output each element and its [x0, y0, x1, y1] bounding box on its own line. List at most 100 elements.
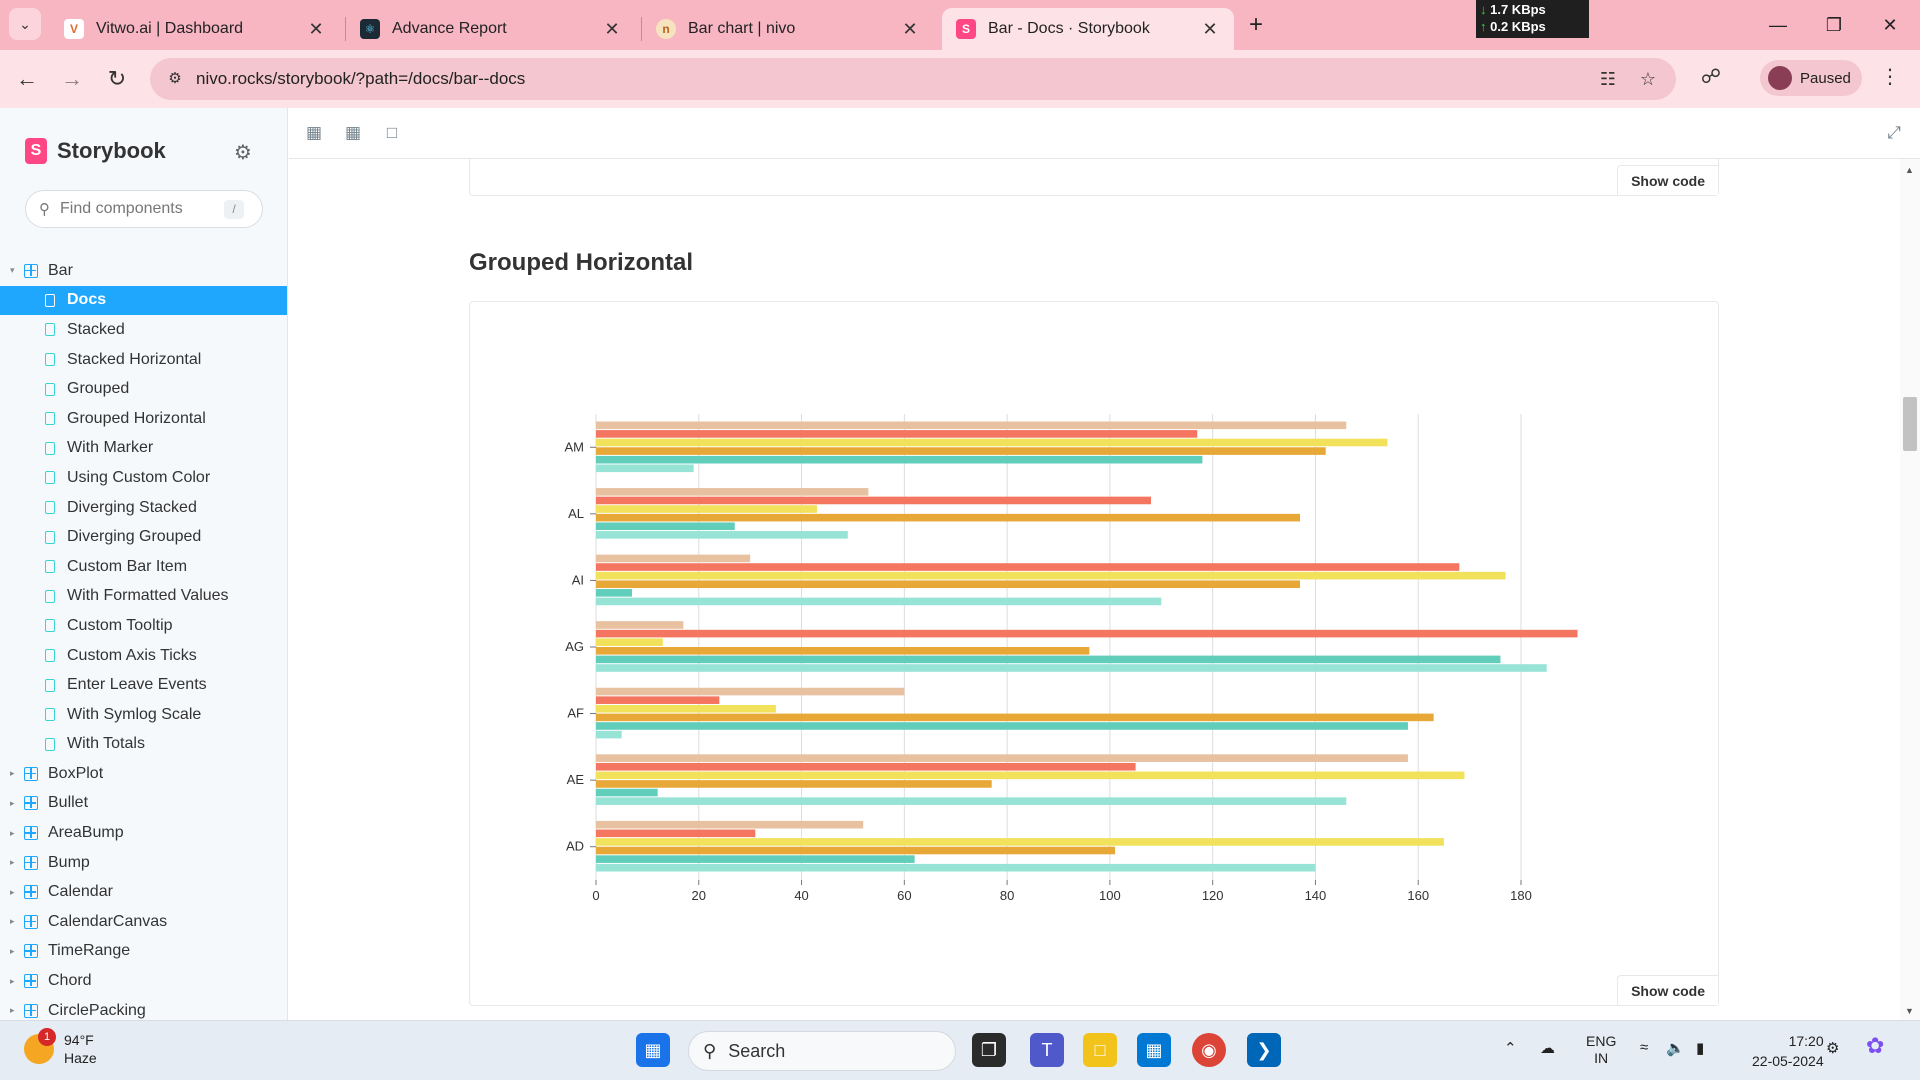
extensions-puzzle-icon[interactable]: ☍ — [1697, 64, 1725, 92]
bar[interactable] — [596, 754, 1408, 762]
fullscreen-icon[interactable]: ⤢ — [1883, 122, 1905, 144]
bar[interactable] — [596, 638, 663, 646]
bar[interactable] — [596, 571, 1506, 580]
bookmark-star-icon[interactable]: ☆ — [1636, 67, 1660, 91]
tab-nivo[interactable]: n Bar chart | nivo ✕ — [642, 8, 934, 50]
background-image-icon[interactable]: ▦ — [303, 122, 325, 144]
bar[interactable] — [596, 687, 905, 696]
docs-scrollbar[interactable]: ▲ ▼ — [1900, 159, 1920, 1020]
back-button[interactable]: ← — [10, 62, 44, 96]
sidebar-group[interactable]: ▸ Bullet — [0, 789, 287, 819]
close-tab-icon[interactable]: ✕ — [1200, 19, 1220, 40]
bar[interactable] — [596, 829, 756, 838]
bar[interactable] — [596, 722, 1408, 730]
bar[interactable] — [596, 838, 1444, 846]
system-clock[interactable]: 17:20 22-05-2024 — [1752, 1031, 1824, 1071]
grouped-horizontal-bar-chart[interactable]: 0 20 40 60 80 100 120 140 160 180 AM AL AI AG AF AE AD — [470, 302, 1720, 1007]
close-tab-icon[interactable]: ✕ — [306, 19, 326, 40]
bar[interactable] — [596, 788, 658, 797]
tab-search-dropdown-icon[interactable]: ⌄ — [9, 8, 41, 40]
sidebar-group[interactable]: ▸ Bump — [0, 848, 287, 878]
sidebar-story[interactable]: Enter Leave Events — [0, 670, 287, 700]
bar[interactable] — [596, 447, 1326, 455]
sidebar-story[interactable]: Stacked — [0, 315, 287, 345]
storybook-brand[interactable]: S Storybook — [25, 138, 166, 164]
scroll-up-arrow-icon[interactable]: ▲ — [1905, 165, 1914, 175]
sidebar-story[interactable]: Custom Bar Item — [0, 552, 287, 582]
show-code-button[interactable]: Show code — [1617, 165, 1718, 195]
outline-icon[interactable]: □ — [381, 122, 403, 144]
notifications-icon[interactable]: ⚙ — [1826, 1039, 1839, 1057]
volume-icon[interactable]: 🔈 — [1666, 1039, 1685, 1057]
sidebar-group[interactable]: ▾ Bar — [0, 256, 287, 286]
bar[interactable] — [596, 522, 735, 531]
close-tab-icon[interactable]: ✕ — [900, 19, 920, 40]
sidebar-story[interactable]: Stacked Horizontal — [0, 345, 287, 375]
sidebar-story[interactable]: Custom Tooltip — [0, 611, 287, 641]
copilot-icon[interactable]: ✿ — [1866, 1033, 1884, 1059]
bar[interactable] — [596, 496, 1151, 505]
battery-icon[interactable]: ▮ — [1696, 1039, 1704, 1057]
taskbar-search[interactable]: ⚲ Search — [688, 1031, 956, 1071]
bar[interactable] — [596, 713, 1434, 722]
bar[interactable] — [596, 464, 694, 473]
task-view-icon[interactable]: ❐ — [972, 1033, 1006, 1067]
bar[interactable] — [596, 531, 848, 539]
windows-start-icon[interactable]: ▦ — [636, 1033, 670, 1067]
translate-icon[interactable]: ☷ — [1596, 67, 1620, 91]
sidebar-story[interactable]: Docs — [0, 285, 287, 316]
bar[interactable] — [596, 797, 1347, 805]
sidebar-group[interactable]: ▸ AreaBump — [0, 818, 287, 848]
scroll-down-arrow-icon[interactable]: ▼ — [1905, 1006, 1914, 1016]
forward-button[interactable]: → — [55, 62, 89, 96]
sidebar-story[interactable]: With Marker — [0, 434, 287, 464]
reload-button[interactable]: ↻ — [100, 62, 134, 96]
bar[interactable] — [596, 554, 751, 563]
find-components-search[interactable]: ⚲ Find components / — [25, 190, 263, 228]
show-code-button[interactable]: Show code — [1617, 975, 1718, 1005]
sidebar-group[interactable]: ▸ Chord — [0, 966, 287, 996]
onedrive-icon[interactable]: ☁ — [1540, 1039, 1555, 1057]
bar[interactable] — [596, 780, 992, 788]
bar[interactable] — [596, 704, 776, 713]
bar[interactable] — [596, 863, 1316, 872]
minimize-button[interactable]: — — [1758, 10, 1798, 40]
grid-icon[interactable]: ▦ — [342, 122, 364, 144]
url-text[interactable]: nivo.rocks/storybook/?path=/docs/bar--do… — [196, 69, 525, 89]
tab-storybook[interactable]: S Bar - Docs · Storybook ✕ — [942, 8, 1234, 50]
bar[interactable] — [596, 438, 1388, 447]
sidebar-story[interactable]: Custom Axis Ticks — [0, 641, 287, 671]
bar[interactable] — [596, 762, 1136, 771]
vscode-icon[interactable]: ❯ — [1247, 1033, 1281, 1067]
show-hidden-icons[interactable]: ⌃ — [1504, 1039, 1517, 1057]
bar[interactable] — [596, 664, 1547, 672]
bar[interactable] — [596, 513, 1301, 522]
bar[interactable] — [596, 771, 1465, 780]
site-info-icon[interactable]: ⚙ — [164, 68, 186, 90]
bar[interactable] — [596, 855, 915, 863]
sidebar-group[interactable]: ▸ TimeRange — [0, 937, 287, 967]
scrollbar-thumb[interactable] — [1903, 397, 1917, 451]
new-tab-button[interactable]: + — [1242, 12, 1270, 40]
close-tab-icon[interactable]: ✕ — [602, 19, 622, 40]
bar[interactable] — [596, 597, 1162, 606]
bar[interactable] — [596, 488, 869, 496]
address-bar[interactable]: ⚙ nivo.rocks/storybook/?path=/docs/bar--… — [150, 58, 1676, 100]
bar[interactable] — [596, 655, 1501, 664]
wifi-icon[interactable]: ≈ — [1640, 1039, 1648, 1056]
sidebar-story[interactable]: With Symlog Scale — [0, 700, 287, 730]
bar[interactable] — [596, 430, 1198, 438]
sidebar-story[interactable]: Diverging Grouped — [0, 522, 287, 552]
bar[interactable] — [596, 647, 1090, 655]
file-explorer-icon[interactable]: □ — [1083, 1033, 1117, 1067]
sidebar-story[interactable]: Grouped Horizontal — [0, 404, 287, 434]
sidebar-story[interactable]: With Totals — [0, 730, 287, 760]
weather-widget[interactable]: 1 94°F Haze — [24, 1028, 97, 1067]
sidebar-story[interactable]: Using Custom Color — [0, 463, 287, 493]
teams-icon[interactable]: T — [1030, 1033, 1064, 1067]
bar[interactable] — [596, 621, 684, 629]
sidebar-group[interactable]: ▸ CirclePacking — [0, 996, 287, 1020]
bar[interactable] — [596, 563, 1460, 571]
bar[interactable] — [596, 589, 632, 597]
language-indicator[interactable]: ENG IN — [1586, 1033, 1616, 1067]
